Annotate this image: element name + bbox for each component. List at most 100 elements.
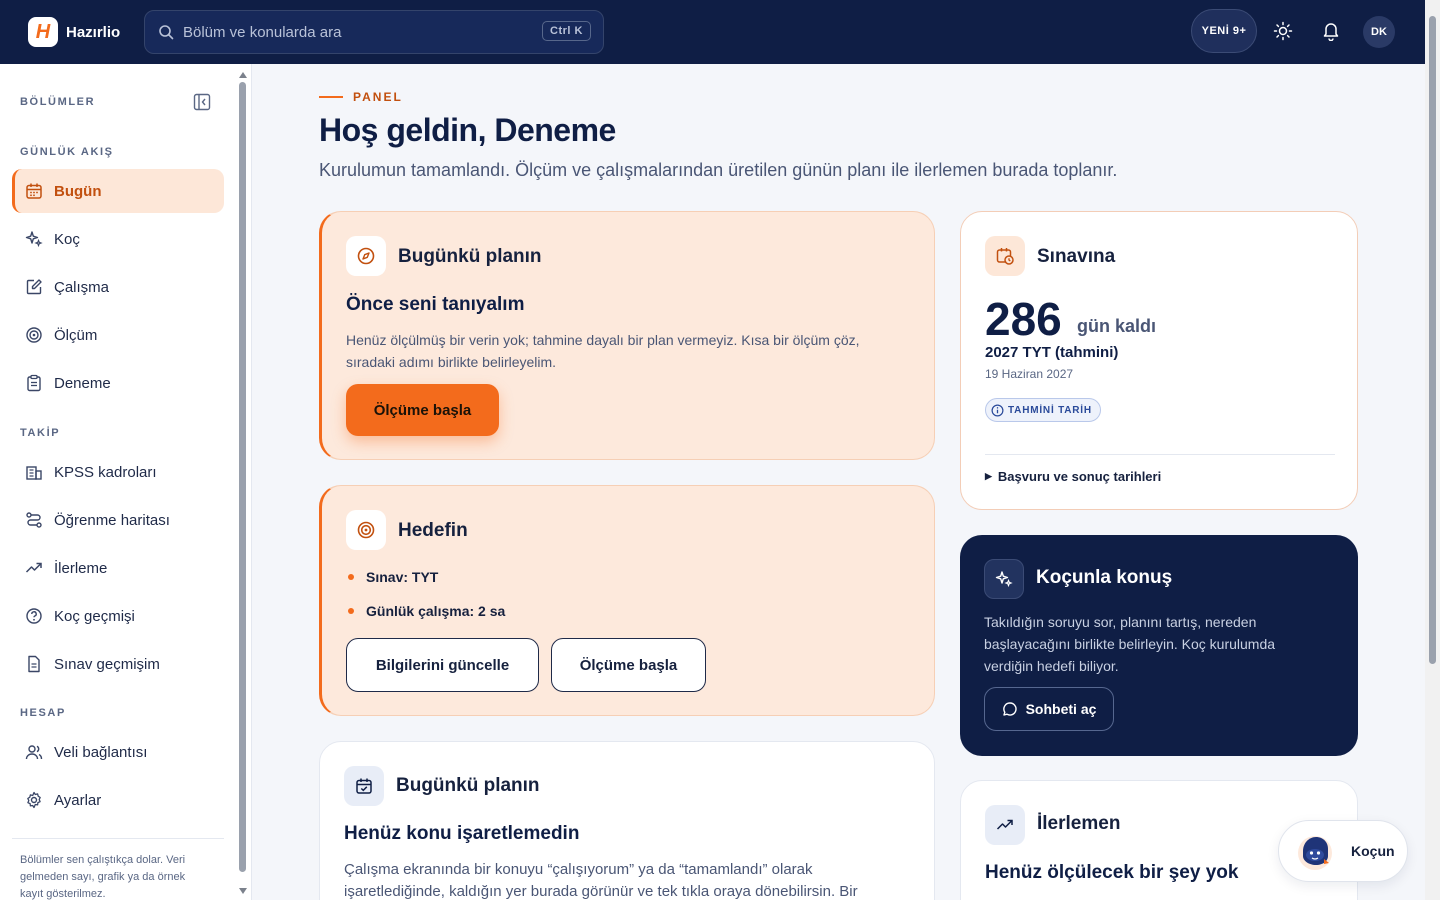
page-eyebrow: PANEL: [319, 90, 403, 104]
sparkle-icon: [24, 229, 44, 249]
collapse-sidebar-icon[interactable]: [193, 93, 211, 111]
file-icon: [24, 654, 44, 674]
search-input[interactable]: Bölüm ve konularda ara Ctrl K: [144, 10, 604, 54]
application-dates-toggle[interactable]: ▶ Başvuru ve sonuç tarihleri: [985, 469, 1161, 484]
eyebrow-text: PANEL: [353, 90, 403, 104]
scroll-up-arrow-icon[interactable]: [239, 72, 247, 78]
building-icon: [24, 462, 44, 482]
progress-card-title: İlerlemen: [1037, 813, 1121, 834]
section-title-gunluk-akis: GÜNLÜK AKIŞ: [20, 146, 114, 158]
sidebar-item-label: Koç geçmişi: [54, 607, 135, 625]
sun-icon[interactable]: [1270, 18, 1296, 44]
goal-card-title: Hedefin: [398, 520, 468, 541]
sidebar-item-olcum[interactable]: Ölçüm: [12, 313, 224, 357]
sidebar-item-kpss-kadrolari[interactable]: KPSS kadroları: [12, 450, 224, 494]
help-circle-icon: [24, 606, 44, 626]
start-measurement-button-secondary[interactable]: Ölçüme başla: [551, 638, 706, 692]
exam-card-title: Sınavına: [1037, 246, 1116, 267]
scrollbar-thumb[interactable]: [239, 82, 246, 872]
sidebar-item-deneme[interactable]: Deneme: [12, 361, 224, 405]
sidebar-item-label: Çalışma: [54, 278, 110, 296]
search-placeholder: Bölüm ve konularda ara: [183, 23, 342, 41]
update-info-button[interactable]: Bilgilerini güncelle: [346, 638, 539, 692]
estimated-date-badge: TAHMİNİ TARİH: [985, 398, 1101, 422]
sidebar-scrollbar[interactable]: [238, 72, 247, 894]
sidebar-item-koc-gecmisi[interactable]: Koç geçmişi: [12, 594, 224, 638]
plan-card: Bugünkü planın Önce seni tanıyalım Henüz…: [319, 211, 935, 460]
top-bar: H Hazırlio Bölüm ve konularda ara Ctrl K…: [0, 0, 1425, 64]
route-icon: [24, 510, 44, 530]
logo-mark: H: [28, 17, 58, 47]
progress-card-heading: Henüz ölçülecek bir şey yok: [985, 862, 1239, 883]
sidebar-item-veli-baglantisi[interactable]: Veli bağlantısı: [12, 730, 224, 774]
page-title: Hoş geldin, Deneme: [319, 112, 616, 148]
compass-icon: [346, 236, 386, 276]
sidebar-item-label: Veli bağlantısı: [54, 743, 148, 761]
sidebar-item-ogrenme-haritasi[interactable]: Öğrenme haritası: [12, 498, 224, 542]
plan-card-title: Bugünkü planın: [398, 246, 542, 267]
topic-plan-card-body: Çalışma ekranında bir konuyu “çalışıyoru…: [344, 861, 858, 900]
goal-card: Hedefin Sınav: TYT Günlük çalışma: 2 sa …: [319, 485, 935, 716]
coach-mascot-icon: [1298, 836, 1332, 870]
sidebar-item-bugun[interactable]: Bugün: [12, 169, 224, 213]
page-scrollbar[interactable]: [1425, 0, 1440, 900]
calendar-icon: [24, 181, 44, 201]
plan-card-heading: Önce seni tanıyalım: [346, 294, 525, 315]
page-scrollbar-thumb[interactable]: [1429, 16, 1436, 664]
page-subtitle: Kurulumun tamamlandı. Ölçüm ve çalışmala…: [319, 160, 1118, 180]
start-measurement-button[interactable]: Ölçüme başla: [346, 384, 499, 436]
search-icon: [157, 23, 175, 41]
coach-chat-card: Koçunla konuş Takıldığın soruyu sor, pla…: [960, 535, 1358, 756]
coach-card-body: Takıldığın soruyu sor, planını tartış, n…: [984, 614, 1276, 674]
sidebar-item-label: Ölçüm: [54, 326, 98, 344]
sidebar-item-koc[interactable]: Koç: [12, 217, 224, 261]
bell-icon[interactable]: [1318, 18, 1344, 44]
calendar-check-icon: [344, 766, 384, 806]
target-icon: [24, 325, 44, 345]
avatar[interactable]: DK: [1363, 16, 1395, 48]
exam-date: 19 Haziran 2027: [985, 367, 1074, 381]
sidebar-item-ayarlar[interactable]: Ayarlar: [12, 778, 224, 822]
chat-bubble-icon: [1002, 702, 1017, 716]
edit-icon: [24, 277, 44, 297]
section-title-takip: TAKİP: [20, 427, 61, 439]
days-unit: gün kaldı: [1077, 316, 1157, 336]
trend-icon: [985, 805, 1025, 845]
floating-coach-button[interactable]: Koçun: [1278, 820, 1408, 882]
sidebar-item-calisma[interactable]: Çalışma: [12, 265, 224, 309]
coach-card-title: Koçunla konuş: [1036, 567, 1173, 588]
clipboard-icon: [24, 373, 44, 393]
sidebar-item-ilerleme[interactable]: İlerleme: [12, 546, 224, 590]
sidebar-item-label: İlerleme: [54, 559, 108, 577]
plan-card-body: Henüz ölçülmüş bir verin yok; tahmine da…: [346, 332, 860, 370]
sidebar-heading: BÖLÜMLER: [20, 96, 96, 108]
eyebrow-line: [319, 96, 343, 98]
brand-logo[interactable]: H Hazırlio: [28, 17, 120, 47]
section-title-hesap: HESAP: [20, 707, 66, 719]
triangle-right-icon: ▶: [985, 471, 992, 481]
sidebar-item-label: Koç: [54, 230, 80, 248]
new-notifications-badge[interactable]: YENİ 9+: [1191, 9, 1257, 53]
open-chat-button[interactable]: Sohbeti aç: [984, 687, 1114, 731]
sidebar-item-label: Ayarlar: [54, 791, 102, 809]
topic-plan-card-heading: Henüz konu işaretlemedin: [344, 823, 580, 844]
sidebar: BÖLÜMLER GÜNLÜK AKIŞ Bugün Koç Çalışma Ö…: [0, 64, 252, 900]
goal-bullet: Sınav: TYT: [348, 569, 438, 585]
sidebar-item-label: Sınav geçmişim: [54, 655, 160, 673]
sidebar-item-sinav-gecmisim[interactable]: Sınav geçmişim: [12, 642, 224, 686]
days-remaining: 286: [985, 293, 1062, 345]
info-icon: [991, 404, 1004, 416]
exam-name: 2027 TYT (tahmini): [985, 344, 1119, 361]
sidebar-item-label: KPSS kadroları: [54, 463, 157, 481]
shortcut-hint: Ctrl K: [542, 21, 591, 41]
sidebar-divider: [12, 838, 224, 839]
sidebar-item-label: Öğrenme haritası: [54, 511, 170, 529]
sidebar-note: Bölümler sen çalıştıkça dolar. Veri gelm…: [20, 854, 186, 900]
sidebar-item-label: Deneme: [54, 374, 111, 392]
trend-icon: [24, 558, 44, 578]
sparkle-icon: [984, 559, 1024, 599]
scroll-down-arrow-icon[interactable]: [239, 888, 247, 894]
goal-bullet: Günlük çalışma: 2 sa: [348, 603, 505, 619]
exam-card-divider: [985, 454, 1335, 455]
sidebar-item-label: Bugün: [54, 182, 102, 200]
